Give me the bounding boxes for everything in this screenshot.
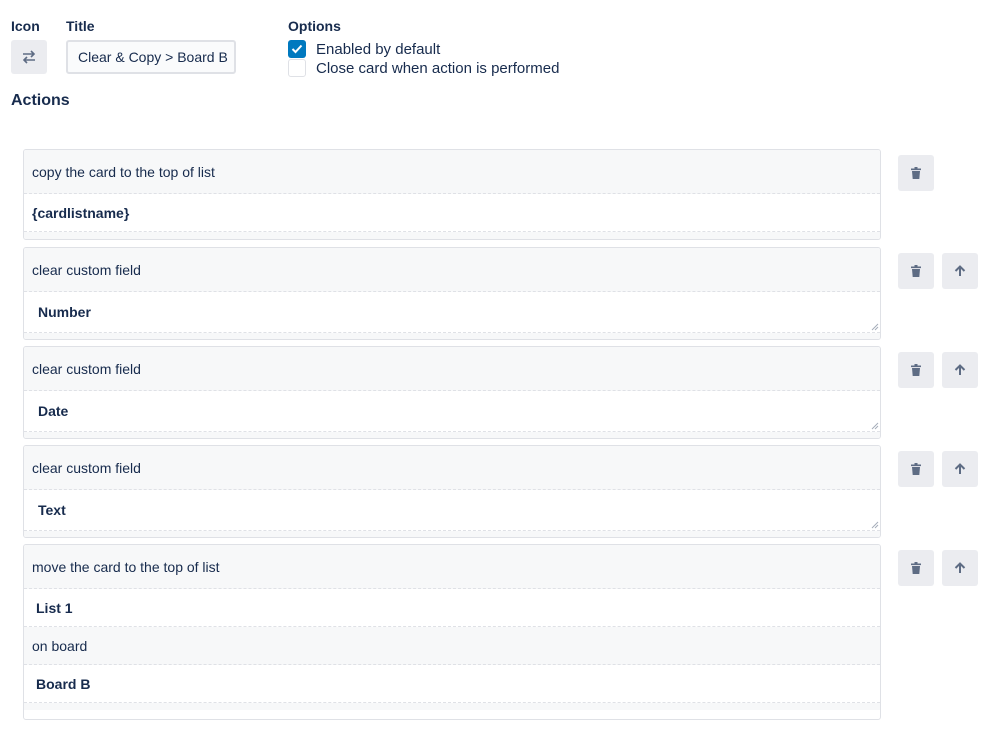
checkbox-unchecked[interactable]: [288, 59, 306, 77]
trash-icon: [911, 265, 921, 277]
actions-heading: Actions: [11, 92, 70, 109]
action-value-field[interactable]: Text: [24, 490, 880, 531]
move-up-button[interactable]: [942, 550, 978, 586]
delete-action-button[interactable]: [898, 155, 934, 191]
action-text: clear custom field: [24, 446, 880, 490]
action-card: clear custom field Date: [23, 346, 881, 439]
delete-action-button[interactable]: [898, 451, 934, 487]
icon-column-label: Icon: [11, 18, 40, 34]
arrow-up-icon: [954, 463, 966, 474]
arrow-up-icon: [954, 562, 966, 573]
icon-picker-button[interactable]: [11, 40, 47, 74]
trash-icon: [911, 562, 921, 574]
action-card-footer: [24, 432, 880, 438]
resize-grip-icon[interactable]: [871, 521, 879, 529]
delete-action-button[interactable]: [898, 253, 934, 289]
action-value-field[interactable]: List 1: [24, 589, 880, 627]
action-text: on board: [24, 627, 880, 665]
swap-arrows-icon: [22, 50, 36, 64]
trash-icon: [911, 463, 921, 475]
action-card: move the card to the top of list List 1 …: [23, 544, 881, 720]
option-label: Close card when action is performed: [316, 59, 560, 77]
action-card-footer: [24, 703, 880, 710]
checkmark-icon: [291, 44, 303, 54]
action-text: clear custom field: [24, 248, 880, 292]
trash-icon: [911, 167, 921, 179]
action-text: clear custom field: [24, 347, 880, 391]
action-value-field[interactable]: Number: [24, 292, 880, 333]
title-input[interactable]: Clear & Copy > Board B: [66, 40, 236, 74]
action-card: clear custom field Text: [23, 445, 881, 538]
arrow-up-icon: [954, 265, 966, 276]
action-value-field[interactable]: Date: [24, 391, 880, 432]
resize-grip-icon[interactable]: [871, 422, 879, 430]
action-text: move the card to the top of list: [24, 545, 880, 589]
action-value-text: Text: [38, 502, 66, 518]
action-value-text: Number: [38, 304, 91, 320]
move-up-button[interactable]: [942, 352, 978, 388]
title-column-label: Title: [66, 18, 95, 34]
option-enabled-by-default[interactable]: Enabled by default: [288, 40, 440, 58]
move-up-button[interactable]: [942, 253, 978, 289]
action-value-field[interactable]: {cardlistname}: [24, 194, 880, 232]
resize-grip-icon[interactable]: [871, 323, 879, 331]
action-value-field[interactable]: Board B: [24, 665, 880, 703]
delete-action-button[interactable]: [898, 352, 934, 388]
action-card-footer: [24, 531, 880, 537]
arrow-up-icon: [954, 364, 966, 375]
action-value-text: Date: [38, 403, 69, 419]
option-close-card[interactable]: Close card when action is performed: [288, 59, 559, 77]
action-card-footer: [24, 232, 880, 239]
options-column-label: Options: [288, 18, 341, 34]
move-up-button[interactable]: [942, 451, 978, 487]
action-card: clear custom field Number: [23, 247, 881, 340]
action-card-footer: [24, 333, 880, 339]
option-label: Enabled by default: [316, 40, 441, 58]
checkbox-checked[interactable]: [288, 40, 306, 58]
delete-action-button[interactable]: [898, 550, 934, 586]
action-card: copy the card to the top of list {cardli…: [23, 149, 881, 240]
trash-icon: [911, 364, 921, 376]
action-text: copy the card to the top of list: [24, 150, 880, 194]
